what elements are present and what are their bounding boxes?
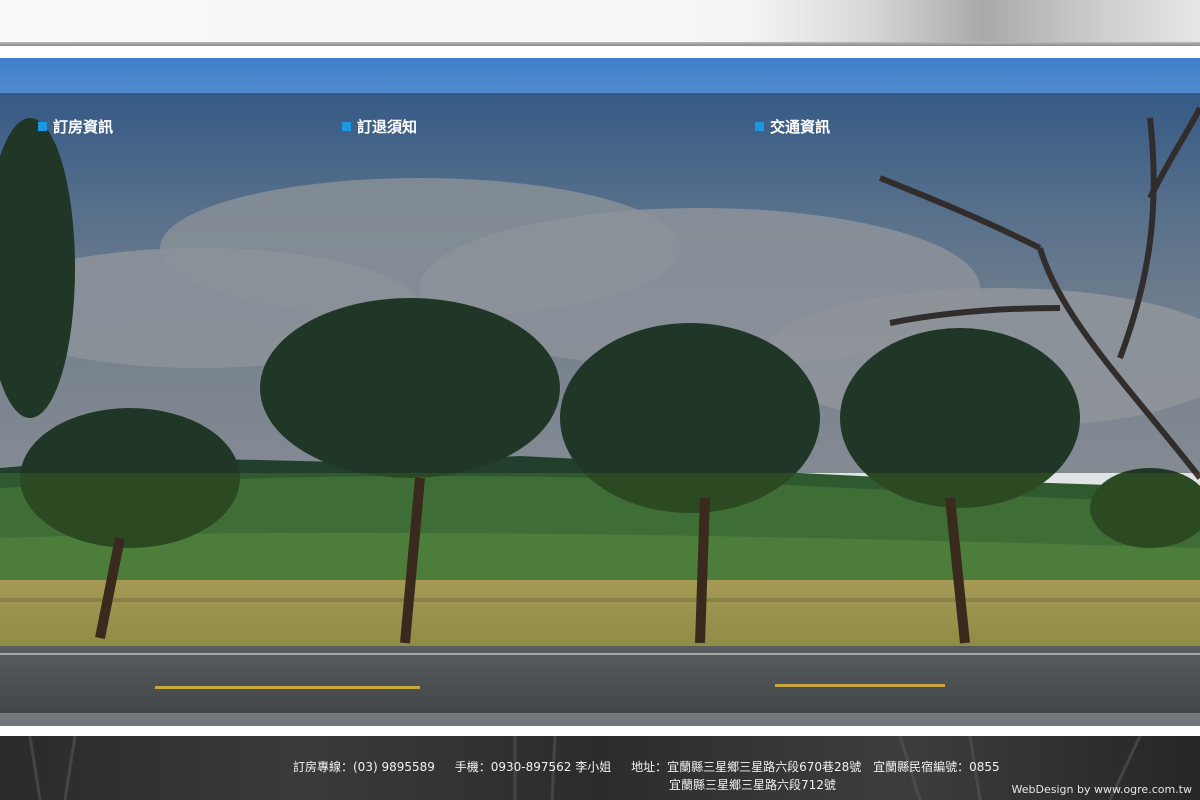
footer: 訂房專線：(03) 9895589 手機：0930-897562 李小姐 地址：… (0, 736, 1200, 800)
nav-item-booking-info[interactable]: 訂房資訊 (38, 116, 113, 136)
top-banner-edge (0, 42, 1200, 46)
nav-item-transport-info[interactable]: 交通資訊 (755, 116, 830, 136)
footer-mobile: 手機：0930-897562 李小姐 (454, 760, 612, 774)
footer-license: 宜蘭縣民宿編號：0855 (873, 760, 1000, 774)
footer-contact-line: 訂房專線：(03) 9895589 手機：0930-897562 李小姐 地址：… (293, 758, 1000, 775)
nav-label: 訂房資訊 (53, 117, 114, 136)
footer-address-line-2: 宜蘭縣三星鄉三星路六段712號 (669, 776, 836, 793)
top-banner (0, 0, 1200, 46)
nav-item-cancellation-policy[interactable]: 訂退須知 (342, 116, 417, 136)
nav-label: 交通資訊 (770, 117, 831, 136)
square-bullet-icon (38, 121, 47, 131)
square-bullet-icon (342, 121, 351, 131)
footer-phone: 訂房專線：(03) 9895589 (293, 760, 435, 774)
nav-overlay (0, 93, 1200, 473)
webdesign-credit-link[interactable]: WebDesign by www.ogre.com.tw (1012, 783, 1192, 796)
nav-label: 訂退須知 (357, 117, 418, 136)
hero-scene: 訂房資訊 訂退須知 交通資訊 (0, 58, 1200, 726)
square-bullet-icon (755, 121, 764, 131)
footer-address2: 宜蘭縣三星鄉三星路六段712號 (669, 778, 836, 792)
footer-address: 地址：宜蘭縣三星鄉三星路六段670巷28號 (631, 760, 862, 774)
footer-separator (0, 726, 1200, 736)
